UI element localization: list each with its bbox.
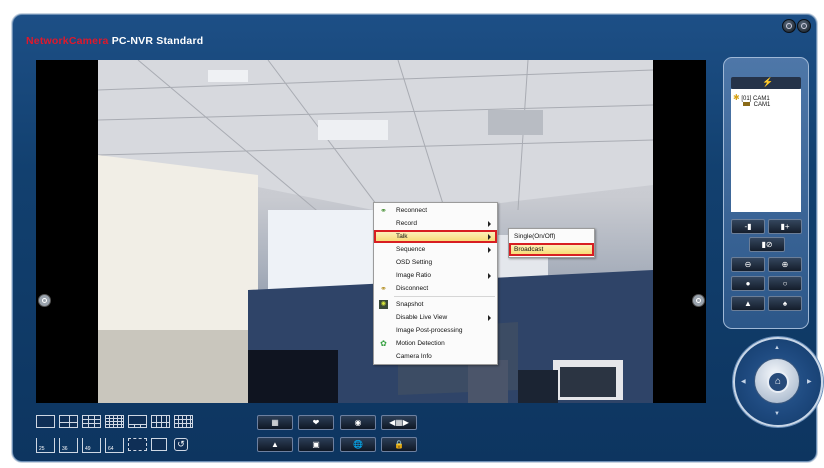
- submenu-item-single[interactable]: Single(On/Off): [509, 230, 594, 243]
- layout-16-button[interactable]: [105, 415, 124, 428]
- menu-item-record[interactable]: Record: [374, 217, 497, 230]
- menu-item-talk[interactable]: Talk: [374, 230, 497, 243]
- layout-64-button[interactable]: 64: [105, 438, 124, 453]
- focus-near-button[interactable]: -▮: [731, 219, 765, 234]
- menu-item-sequence[interactable]: Sequence: [374, 243, 497, 256]
- ptz-joystick-ring: ⌂: [754, 358, 800, 404]
- camera-icon: ◉: [379, 300, 388, 309]
- tree-header-bar: ⚡: [731, 77, 801, 89]
- layout-8-button[interactable]: [151, 415, 170, 428]
- layout-9-button[interactable]: [82, 415, 101, 428]
- submenu-arrow-icon: [488, 315, 491, 321]
- zoom-out-button[interactable]: ⊖: [731, 257, 765, 272]
- network-button[interactable]: 🌐: [340, 437, 376, 452]
- submenu-item-broadcast[interactable]: Broadcast: [509, 243, 594, 256]
- next-channel-icon[interactable]: [692, 294, 705, 307]
- close-button[interactable]: [797, 19, 811, 33]
- home-icon[interactable]: ⌂: [767, 371, 789, 393]
- event-log-button[interactable]: ▲: [257, 437, 293, 452]
- zoom-in-button[interactable]: ⊕: [768, 257, 802, 272]
- ptz-right-icon[interactable]: ▶: [807, 378, 812, 385]
- tree-root-item[interactable]: ✱ [01] CAM1: [733, 93, 770, 102]
- menu-item-disable-live-view[interactable]: Disable Live View: [374, 311, 497, 324]
- menu-item-reconnect[interactable]: ⚭ Reconnect: [374, 204, 497, 217]
- ptz-left-icon[interactable]: ◀: [741, 378, 746, 385]
- submenu-arrow-icon: [488, 234, 491, 240]
- menu-item-camera-info[interactable]: Camera Info: [374, 350, 497, 363]
- menu-item-snapshot[interactable]: ◉ Snapshot: [374, 298, 497, 311]
- menu-separator: [394, 296, 495, 297]
- fullscreen-icon[interactable]: [128, 438, 147, 451]
- camera-tree: ✱ [01] CAM1 CAM1: [731, 89, 801, 212]
- preset-button[interactable]: ▲: [731, 296, 765, 311]
- menu-item-image-post-processing[interactable]: Image Post-processing: [374, 324, 497, 337]
- minimize-button[interactable]: [782, 19, 796, 33]
- setting-tools-button[interactable]: ❤: [298, 415, 334, 430]
- motion-icon: ✿: [380, 339, 387, 348]
- focus-far-button[interactable]: ▮+: [768, 219, 802, 234]
- playback-button[interactable]: ▦: [257, 415, 293, 430]
- snapshot-button[interactable]: ▣: [298, 437, 334, 452]
- ptz-setting-button[interactable]: ♠: [768, 296, 802, 311]
- layout-6-button[interactable]: [128, 415, 147, 428]
- menu-item-motion-detection[interactable]: ✿ Motion Detection: [374, 337, 497, 350]
- live-video-view[interactable]: [36, 60, 706, 403]
- ptz-down-icon[interactable]: ▼: [774, 411, 780, 417]
- layout-25-button[interactable]: 25: [36, 438, 55, 453]
- previous-channel-icon[interactable]: [38, 294, 51, 307]
- menu-item-image-ratio[interactable]: Image Ratio: [374, 269, 497, 282]
- layout-4-button[interactable]: [59, 415, 78, 428]
- submenu-arrow-icon: [488, 273, 491, 279]
- camera-icon: [743, 102, 750, 106]
- iris-close-button[interactable]: ●: [731, 276, 765, 291]
- submenu-arrow-icon: [488, 247, 491, 253]
- submenu-arrow-icon: [488, 221, 491, 227]
- auto-focus-button[interactable]: ▮⊘: [749, 237, 785, 252]
- camera-list-icon[interactable]: ⚡: [762, 77, 773, 88]
- context-menu: ⚭ Reconnect Record Talk Sequence OSD Set…: [373, 202, 498, 365]
- menu-item-disconnect[interactable]: ⚭ Disconnect: [374, 282, 497, 295]
- tree-camera-item[interactable]: CAM1: [743, 102, 770, 108]
- iris-open-button[interactable]: ○: [768, 276, 802, 291]
- pop-out-icon[interactable]: [151, 438, 167, 451]
- ptz-joystick[interactable]: ▲ ▼ ◀ ▶ ⌂: [733, 337, 823, 427]
- link-icon: ⚭: [380, 206, 387, 215]
- layout-1-button[interactable]: [36, 415, 55, 428]
- record-button[interactable]: ◉: [340, 415, 376, 430]
- lock-button[interactable]: 🔒: [381, 437, 417, 452]
- layout-49-button[interactable]: 49: [82, 438, 101, 453]
- layout-13-button[interactable]: [174, 415, 193, 428]
- group-icon: ✱: [733, 93, 740, 102]
- refresh-icon[interactable]: ↺: [174, 438, 188, 451]
- menu-item-osd-setting[interactable]: OSD Setting: [374, 256, 497, 269]
- talk-submenu: Single(On/Off) Broadcast: [508, 228, 595, 258]
- sequence-button[interactable]: ◀▦▶: [381, 415, 417, 430]
- app-title: NetworkCamera PC-NVR Standard: [26, 35, 204, 47]
- broken-link-icon: ⚭: [380, 284, 387, 293]
- layout-36-button[interactable]: 36: [59, 438, 78, 453]
- ptz-up-icon[interactable]: ▲: [774, 345, 780, 351]
